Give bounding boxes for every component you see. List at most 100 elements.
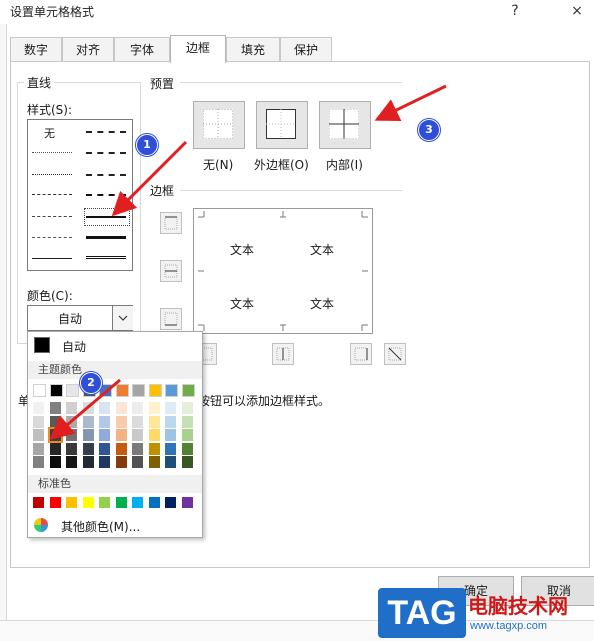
standard-color-swatch[interactable] xyxy=(99,497,110,508)
theme-shade-swatch[interactable] xyxy=(165,429,176,441)
selected-color-swatch[interactable] xyxy=(47,427,63,443)
theme-shade-swatch[interactable] xyxy=(33,402,44,414)
theme-shade-swatch[interactable] xyxy=(49,402,61,414)
line-style-medium-dashed[interactable] xyxy=(86,194,126,196)
line-style-medium-dash-dot-dot[interactable] xyxy=(86,131,126,133)
theme-shade-swatch[interactable] xyxy=(33,415,44,428)
standard-color-swatch[interactable] xyxy=(181,497,193,508)
theme-color-swatch[interactable] xyxy=(148,384,162,397)
theme-shade-swatch[interactable] xyxy=(132,415,143,428)
theme-shade-swatch[interactable] xyxy=(148,429,160,441)
standard-color-swatch[interactable] xyxy=(82,497,94,508)
theme-color-swatch[interactable] xyxy=(181,384,195,397)
theme-color-swatch[interactable] xyxy=(132,384,145,397)
theme-shade-swatch[interactable] xyxy=(49,415,61,428)
theme-shade-swatch[interactable] xyxy=(181,402,193,414)
standard-color-swatch[interactable] xyxy=(132,497,143,508)
theme-shade-swatch[interactable] xyxy=(99,456,110,468)
theme-shade-swatch[interactable] xyxy=(181,429,193,441)
border-middle-vertical-button[interactable] xyxy=(272,343,294,365)
theme-shade-swatch[interactable] xyxy=(115,402,127,414)
help-button[interactable]: ? xyxy=(500,0,530,24)
line-style-double[interactable] xyxy=(86,256,126,259)
line-style-dashed[interactable] xyxy=(32,237,72,238)
theme-shade-swatch[interactable] xyxy=(49,442,61,455)
theme-shade-swatch[interactable] xyxy=(132,442,143,455)
line-style-slant-dash-dot[interactable] xyxy=(86,152,126,154)
theme-shade-swatch[interactable] xyxy=(165,402,176,414)
theme-shade-swatch[interactable] xyxy=(148,442,160,455)
theme-shade-swatch[interactable] xyxy=(99,415,110,428)
theme-shade-swatch[interactable] xyxy=(66,442,77,455)
theme-shade-swatch[interactable] xyxy=(99,402,110,414)
theme-shade-swatch[interactable] xyxy=(33,442,44,455)
standard-color-swatch[interactable] xyxy=(66,497,77,508)
theme-shade-swatch[interactable] xyxy=(148,402,160,414)
theme-color-swatch[interactable] xyxy=(49,384,63,397)
more-colors-option[interactable]: 其他颜色(M)... xyxy=(28,515,202,535)
standard-color-swatch[interactable] xyxy=(165,497,176,508)
tab-number[interactable]: 数字 xyxy=(10,37,62,62)
theme-shade-swatch[interactable] xyxy=(82,456,94,468)
theme-shade-swatch[interactable] xyxy=(181,415,193,428)
theme-shade-swatch[interactable] xyxy=(33,429,44,441)
theme-shade-swatch[interactable] xyxy=(66,429,77,441)
theme-shade-swatch[interactable] xyxy=(66,456,77,468)
line-style-thin[interactable] xyxy=(32,258,72,259)
tab-fill[interactable]: 填充 xyxy=(226,37,280,62)
theme-shade-swatch[interactable] xyxy=(66,402,77,414)
theme-shade-swatch[interactable] xyxy=(132,402,143,414)
theme-shade-swatch[interactable] xyxy=(165,442,176,455)
theme-shade-swatch[interactable] xyxy=(148,415,160,428)
theme-color-swatch[interactable] xyxy=(33,384,46,397)
theme-shade-swatch[interactable] xyxy=(115,456,127,468)
preset-inside-button[interactable] xyxy=(319,101,371,149)
line-style-hair[interactable] xyxy=(32,152,72,153)
tab-border[interactable]: 边框 xyxy=(170,35,226,63)
theme-shade-swatch[interactable] xyxy=(82,429,94,441)
theme-shade-swatch[interactable] xyxy=(165,456,176,468)
theme-shade-swatch[interactable] xyxy=(82,402,94,414)
tab-protection[interactable]: 保护 xyxy=(280,37,332,62)
theme-shade-swatch[interactable] xyxy=(181,442,193,455)
chevron-down-icon[interactable] xyxy=(112,306,133,330)
border-top-button[interactable] xyxy=(160,212,182,234)
theme-shade-swatch[interactable] xyxy=(82,415,94,428)
theme-shade-swatch[interactable] xyxy=(66,415,77,428)
preset-none-button[interactable] xyxy=(193,101,245,149)
line-style-thick[interactable] xyxy=(86,236,126,239)
preset-outline-button[interactable] xyxy=(256,101,308,149)
border-preview[interactable]: 文本 文本 文本 文本 xyxy=(193,208,373,334)
line-style-dash-dot-dot[interactable] xyxy=(32,194,72,195)
theme-shade-swatch[interactable] xyxy=(99,429,110,441)
standard-color-swatch[interactable] xyxy=(49,497,61,508)
standard-color-swatch[interactable] xyxy=(148,497,160,508)
theme-shade-swatch[interactable] xyxy=(49,456,61,468)
tab-font[interactable]: 字体 xyxy=(114,37,170,62)
theme-shade-swatch[interactable] xyxy=(82,442,94,455)
theme-shade-swatch[interactable] xyxy=(115,415,127,428)
line-style-list[interactable]: 无 xyxy=(27,119,133,271)
border-diagonal-button[interactable] xyxy=(384,343,406,365)
border-right-button[interactable] xyxy=(350,343,372,365)
theme-shade-swatch[interactable] xyxy=(148,456,160,468)
line-style-medium-dash-dot[interactable] xyxy=(86,174,126,176)
theme-shade-swatch[interactable] xyxy=(99,442,110,455)
theme-color-swatch[interactable] xyxy=(115,384,129,397)
color-dropdown[interactable]: 自动 xyxy=(27,305,133,331)
tab-alignment[interactable]: 对齐 xyxy=(62,37,114,62)
theme-shade-swatch[interactable] xyxy=(132,429,143,441)
theme-shade-swatch[interactable] xyxy=(165,415,176,428)
border-bottom-button[interactable] xyxy=(160,308,182,330)
theme-shade-swatch[interactable] xyxy=(181,456,193,468)
theme-color-swatch[interactable] xyxy=(165,384,178,397)
auto-color-option[interactable]: 自动 xyxy=(28,332,202,358)
close-button[interactable]: × xyxy=(562,0,592,24)
theme-shade-swatch[interactable] xyxy=(132,456,143,468)
theme-shade-swatch[interactable] xyxy=(115,442,127,455)
standard-color-swatch[interactable] xyxy=(33,497,44,508)
line-style-none[interactable]: 无 xyxy=(44,125,55,141)
standard-color-swatch[interactable] xyxy=(115,497,127,508)
theme-color-swatch[interactable] xyxy=(66,384,79,397)
line-style-dotted[interactable] xyxy=(32,174,72,175)
